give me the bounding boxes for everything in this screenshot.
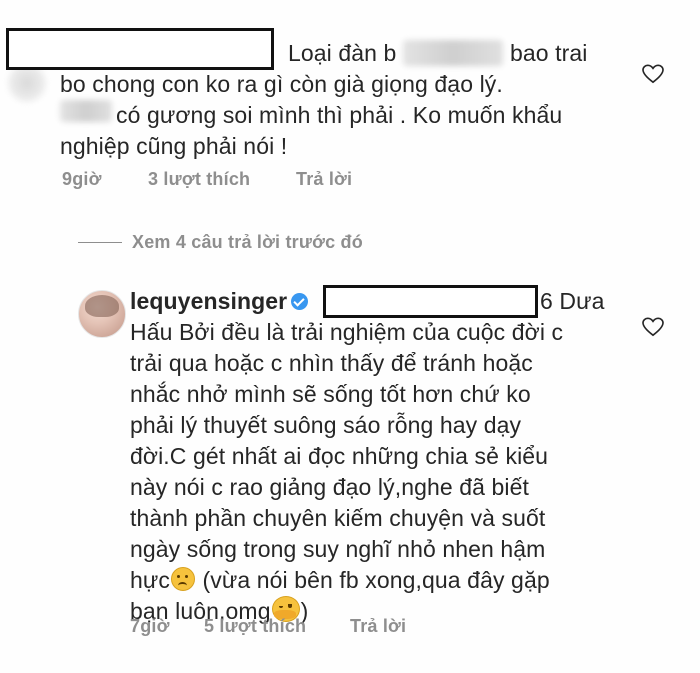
comment-text-line: này nói c rao giảng đạo lý,nghe đã biết — [130, 474, 530, 500]
comment-text-line: có gương soi mình thì phải . Ko muốn khẩ… — [116, 102, 563, 128]
reply-button[interactable]: Trả lời — [296, 169, 352, 190]
comment-text-line: 6 Dưa — [540, 288, 605, 314]
text-fragment: (vừa nói bên fb xong,qua đây gặp — [202, 567, 550, 593]
sad-face-emoji — [171, 567, 195, 591]
comment-thread: Loại đàn b bao trai bo chong con ko ra g… — [0, 0, 700, 673]
comment-text-line: nhắc nhở mình sẽ sống tốt hơn chứ ko — [130, 381, 531, 407]
text-fragment: hực — [130, 567, 170, 593]
like-count-link[interactable]: 5 lượt thích — [204, 616, 306, 637]
username-text[interactable]: lequyensinger — [130, 288, 287, 314]
comment-text-line: Hấu Bởi đều là trải nghiệm của cuộc đời … — [130, 319, 564, 345]
comment-text-line: đời.C gét nhất ai đọc những chia sẻ kiểu — [130, 443, 549, 469]
divider — [78, 242, 122, 243]
comment-text-line: Loại đàn b — [288, 40, 397, 66]
verified-badge-icon — [291, 293, 309, 310]
heart-icon[interactable] — [642, 317, 664, 337]
comment-time: 7giờ — [130, 616, 170, 636]
comment-text-line: bo chong con ko ra gì còn già giọng đạo … — [60, 71, 503, 97]
comment-time: 9giờ — [62, 169, 102, 189]
comment-text-line: hực (vừa nói bên fb xong,qua đây gặp — [130, 565, 550, 597]
blurred-text — [60, 100, 112, 122]
redaction-box — [323, 285, 538, 318]
comment-text-line: trải qua hoặc c nhìn thấy để tránh hoặc — [130, 350, 533, 376]
blurred-text — [403, 40, 503, 66]
comment-text-line: nghiệp cũng phải nói ! — [60, 133, 288, 159]
like-count-link[interactable]: 3 lượt thích — [148, 169, 250, 190]
comment-text-line: ngày sống trong suy nghĩ nhỏ nhen hậm — [130, 536, 546, 562]
comment-text-line: bao trai — [510, 40, 588, 66]
comment-text-line: phải lý thuyết suông sáo rỗng hay dạy — [130, 412, 522, 438]
redaction-box — [6, 28, 274, 70]
view-replies-link[interactable]: Xem 4 câu trả lời trước đó — [132, 232, 363, 253]
avatar[interactable] — [78, 290, 126, 338]
comment-username[interactable]: lequyensinger — [130, 286, 309, 318]
heart-icon[interactable] — [642, 64, 664, 84]
reply-button[interactable]: Trả lời — [350, 616, 406, 637]
comment-text-line: thành phần chuyên kiếm chuyện và suốt — [130, 505, 546, 531]
